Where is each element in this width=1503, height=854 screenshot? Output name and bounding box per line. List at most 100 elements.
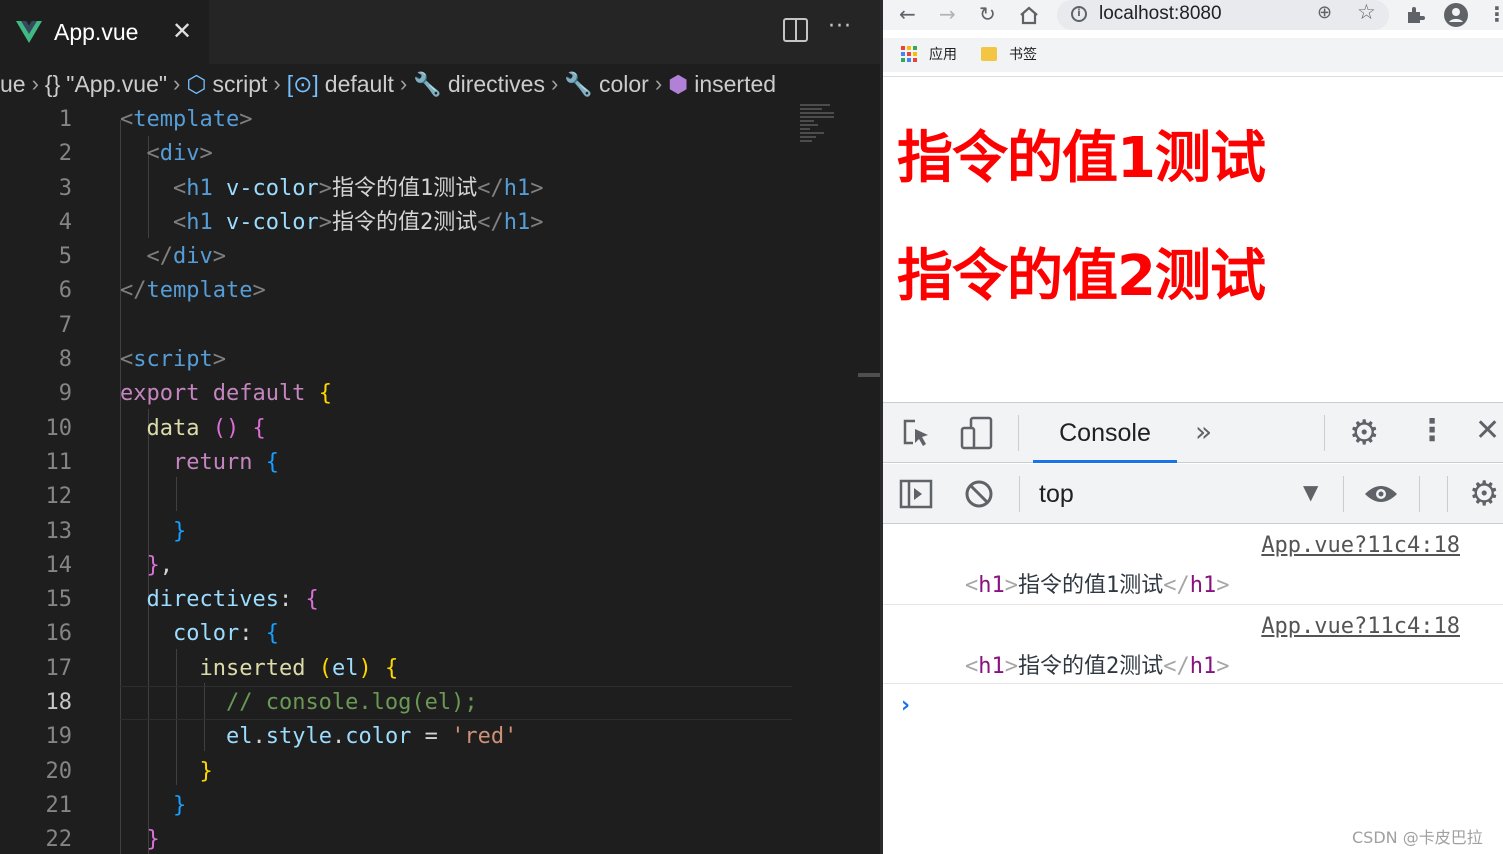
log-element[interactable]: <h1>指令的值2测试</h1> <box>965 648 1230 680</box>
console-message: App.vue?11c4:18 <h1>指令的值1测试</h1> <box>883 525 1503 605</box>
site-info-icon[interactable]: i <box>1071 6 1087 22</box>
split-editor-icon[interactable] <box>783 18 808 42</box>
code-token: { <box>265 621 279 647</box>
code-line[interactable]: 6 </template> <box>0 274 860 308</box>
code-token: > <box>239 107 253 132</box>
wrench-icon: 🔧 <box>413 70 442 97</box>
code-token: > <box>530 209 544 235</box>
code-line[interactable]: 13 } <box>0 515 860 549</box>
chevron-right-icon: › <box>399 71 408 96</box>
line-number: 20 <box>45 758 73 784</box>
code-line[interactable]: 8 <script> <box>0 343 860 377</box>
breadcrumb-item[interactable]: ue <box>0 71 26 98</box>
device-toolbar-icon[interactable] <box>959 415 995 451</box>
code-line[interactable]: 5 </div> <box>0 240 860 274</box>
code-line[interactable]: 15 directives: { <box>0 583 860 617</box>
line-content: color: { <box>120 617 279 651</box>
code-line[interactable]: 18 // console.log(el); <box>0 686 860 721</box>
code-area[interactable]: 1 <template> 2 <div> 3 <h1 v-color>指令的值1测试<… <box>0 103 860 854</box>
clear-console-icon[interactable] <box>963 478 995 510</box>
minimap[interactable] <box>800 104 840 164</box>
console-settings-gear-icon[interactable]: ⚙ <box>1469 474 1499 514</box>
code-line[interactable]: 9 export default { <box>0 377 860 411</box>
code-line[interactable]: 12 <box>0 480 860 514</box>
code-line[interactable]: 16 color: { <box>0 617 860 651</box>
divider <box>1419 476 1420 512</box>
log-element[interactable]: <h1>指令的值1测试</h1> <box>965 567 1230 599</box>
code-line[interactable]: 1 <template> <box>0 103 860 137</box>
zoom-icon[interactable]: ⊕ <box>1317 2 1332 23</box>
code-line[interactable]: 14 }, <box>0 549 860 583</box>
breadcrumb-item[interactable]: {} "App.vue" <box>45 71 167 98</box>
bookmark-folder[interactable]: 书签 <box>981 44 1037 64</box>
home-icon[interactable] <box>1018 5 1040 25</box>
code-line[interactable]: 11 return { <box>0 446 860 480</box>
context-selector[interactable]: top <box>1039 464 1074 524</box>
divider <box>1019 476 1020 512</box>
breadcrumb-label: color <box>598 70 649 97</box>
code-line[interactable]: 17 inserted (el) { <box>0 652 860 686</box>
back-icon[interactable]: ← <box>899 0 916 28</box>
code-line[interactable]: 10 data () { <box>0 412 860 446</box>
line-content: </div> <box>120 240 226 274</box>
menu-icon[interactable]: ⋮ <box>1487 0 1503 28</box>
eye-icon[interactable] <box>1363 482 1399 506</box>
chevron-down-icon[interactable]: ▼ <box>1303 480 1318 504</box>
line-content: <script> <box>120 343 226 377</box>
breadcrumb-item[interactable]: 🔧 directives <box>413 71 545 98</box>
code-token: 'red' <box>451 724 518 750</box>
more-actions-icon[interactable]: ··· <box>828 14 852 39</box>
code-token: template <box>146 278 253 304</box>
url-text: localhost:8080 <box>1099 3 1222 24</box>
code-token: { <box>384 655 399 681</box>
more-tabs-icon[interactable]: » <box>1195 415 1212 448</box>
tab-filename: App.vue <box>54 18 139 45</box>
inspect-element-icon[interactable] <box>901 417 933 449</box>
code-token: : <box>278 587 306 613</box>
code-token: ) <box>358 655 372 681</box>
reload-icon[interactable]: ↻ <box>979 0 996 28</box>
more-options-icon[interactable]: ⋮ <box>1417 413 1447 448</box>
address-bar[interactable]: i localhost:8080 ⊕ ☆ <box>1057 0 1389 30</box>
sidebar-toggle-icon[interactable] <box>899 478 933 510</box>
bookmark-apps[interactable]: 应用 <box>901 44 957 64</box>
source-link[interactable]: App.vue?11c4:18 <box>1261 533 1460 558</box>
source-link[interactable]: App.vue?11c4:18 <box>1261 614 1460 639</box>
close-icon[interactable]: ✕ <box>172 17 192 45</box>
breadcrumb-item[interactable]: ⬡ script <box>186 71 267 98</box>
code-line[interactable]: 19 el.style.color = 'red' <box>0 720 860 754</box>
bookmark-star-icon[interactable]: ☆ <box>1357 0 1376 24</box>
code-line[interactable]: 20 } <box>0 755 860 789</box>
code-line[interactable]: 21 } <box>0 789 860 823</box>
console-prompt[interactable]: › <box>901 693 910 718</box>
code-token: directives <box>146 587 279 613</box>
forward-icon[interactable]: → <box>939 0 956 28</box>
gear-icon[interactable]: ⚙ <box>1349 413 1379 453</box>
code-line[interactable]: 7 <box>0 309 860 343</box>
tab-console[interactable]: Console <box>1033 403 1177 463</box>
line-number: 8 <box>58 347 72 373</box>
breadcrumb-item[interactable]: ⬢ inserted <box>668 71 776 98</box>
profile-avatar-icon[interactable] <box>1443 2 1469 28</box>
scrollbar[interactable] <box>858 373 880 377</box>
code-token: } <box>199 758 213 784</box>
breadcrumb-item[interactable]: [⊙] default <box>287 71 394 98</box>
code-token: = <box>411 724 452 750</box>
tab-app-vue[interactable]: App.vue ✕ <box>0 0 209 64</box>
breadcrumb-label: script <box>212 70 268 97</box>
code-token: v-color <box>212 175 319 201</box>
line-number: 11 <box>45 449 73 475</box>
code-line[interactable]: 22 } <box>0 823 860 854</box>
code-token: </ <box>120 244 173 270</box>
console-toolbar: top ▼ ⚙ <box>883 464 1503 524</box>
extensions-icon[interactable] <box>1404 4 1426 26</box>
code-token: < <box>120 347 134 373</box>
code-line[interactable]: 2 <div> <box>0 137 860 171</box>
code-line[interactable]: 3 <h1 v-color>指令的值1测试</h1> <box>0 172 860 206</box>
close-icon[interactable]: ✕ <box>1475 413 1500 448</box>
breadcrumb-item[interactable]: 🔧 color <box>564 71 649 98</box>
code-line[interactable]: 4 <h1 v-color>指令的值2测试</h1> <box>0 206 860 240</box>
